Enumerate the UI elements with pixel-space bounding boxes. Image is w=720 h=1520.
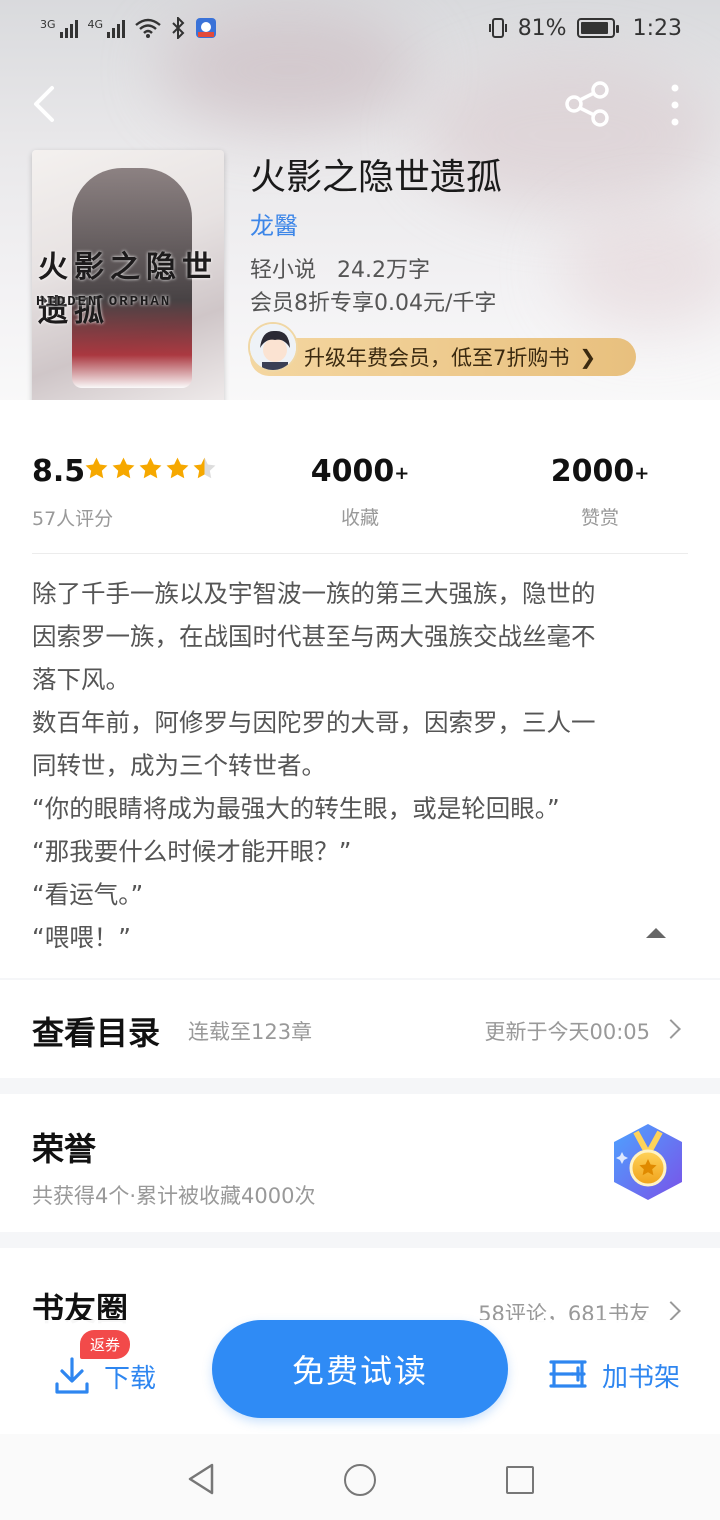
bookshelf-icon: [549, 1360, 587, 1388]
book-cover[interactable]: 火影之隐世遗孤 HIDDEN ORPHAN: [32, 150, 224, 406]
star-full-icon: [112, 457, 135, 479]
book-category-wordcount: 轻小说 24.2万字: [250, 258, 430, 283]
battery-percent: 81%: [517, 15, 567, 41]
signal-icon: 3G: [40, 18, 78, 38]
description-line: 除了千手一族以及宇智波一族的第三大强族，隐世的: [32, 579, 596, 608]
vip-upgrade-banner[interactable]: 升级年费会员，低至7折购书 ❯: [250, 338, 636, 376]
nav-home-icon[interactable]: [344, 1464, 376, 1496]
book-title: 火影之隐世遗孤: [250, 157, 503, 198]
collect-count: 4000+: [310, 454, 410, 489]
back-icon[interactable]: [26, 82, 66, 126]
nav-recent-apps-icon[interactable]: [506, 1466, 534, 1494]
star-full-icon: [139, 457, 162, 479]
clock: 1:23: [632, 15, 682, 41]
download-button[interactable]: 下载: [54, 1356, 156, 1396]
stats-row: 8.5 57人评分 4000+ 收藏 2000+ 赞赏: [0, 440, 720, 540]
add-to-shelf-label: 加书架: [602, 1362, 681, 1393]
honor-row[interactable]: 荣誉 共获得4个·累计被收藏4000次: [0, 1094, 720, 1232]
collect-stat: 4000+ 收藏: [290, 454, 430, 530]
download-label: 下载: [104, 1363, 157, 1394]
action-bar: 下载 返券 免费试读 加书架: [0, 1320, 720, 1434]
battery-icon: [576, 18, 619, 38]
description-line: 数百年前，阿修罗与因陀罗的大哥，因索罗，三人一: [32, 708, 596, 737]
share-icon[interactable]: [562, 78, 614, 130]
signal-icon: 4G: [88, 18, 126, 38]
description-line: “你的眼睛将成为最强大的转生眼，或是轮回眼。”: [32, 794, 560, 823]
honor-summary: 共获得4个·累计被收藏4000次: [32, 1184, 316, 1208]
medal-icon: [614, 1124, 682, 1200]
vip-banner-text: 升级年费会员，低至7折购书: [304, 346, 570, 370]
like-stat: 2000+ 赞赏: [530, 454, 670, 530]
description-line: 同转世，成为三个转世者。: [32, 751, 326, 780]
avatar: [248, 322, 298, 372]
nav-back-icon[interactable]: [186, 1462, 216, 1496]
cover-subtitle: HIDDEN ORPHAN: [36, 294, 172, 310]
vip-price: 会员8折专享0.04元/千字: [250, 291, 497, 316]
status-bar: 3G 4G 81% 1:23: [0, 0, 720, 56]
more-options-icon[interactable]: [660, 80, 690, 130]
star-full-icon: [166, 457, 189, 479]
collapse-arrow-icon[interactable]: [646, 928, 666, 938]
download-icon: [55, 1357, 89, 1394]
vibrate-icon: [488, 18, 507, 38]
system-nav-bar: [0, 1434, 720, 1520]
rating-score: 8.5: [32, 454, 86, 489]
description-line: 落下风。: [32, 665, 130, 694]
author-link[interactable]: 龙醫: [250, 206, 298, 241]
chevron-right-icon: ❯: [579, 345, 597, 369]
toc-title: 查看目录: [32, 1014, 161, 1052]
free-read-button[interactable]: 免费试读: [212, 1320, 508, 1418]
wifi-icon: [135, 18, 161, 38]
rating-count: 57人评分: [32, 508, 114, 530]
description-line: 因索罗一族，在战国时代甚至与两大强族交战丝毫不: [32, 622, 596, 651]
toc-row[interactable]: 查看目录 连载至123章 更新于今天00:05: [0, 980, 720, 1078]
rating-stars: [84, 456, 217, 481]
description-line: “喂喂！”: [32, 923, 131, 952]
chevron-right-icon: [661, 1301, 681, 1321]
star-full-icon: [85, 457, 108, 479]
toc-updated: 更新于今天00:05: [484, 1020, 650, 1044]
like-label: 赞赏: [580, 507, 619, 529]
coupon-badge: 返券: [80, 1330, 131, 1359]
star-half-icon: [193, 457, 216, 479]
description-line: “那我要什么时候才能开眼？”: [32, 837, 352, 866]
description-line: “看运气。”: [32, 880, 144, 909]
add-to-shelf-button[interactable]: 加书架: [548, 1356, 680, 1394]
divider: [32, 553, 688, 554]
collect-label: 收藏: [340, 507, 379, 529]
chevron-right-icon: [661, 1019, 681, 1039]
bg-blur: [560, 210, 720, 330]
honor-title: 荣誉: [32, 1130, 97, 1168]
cover-title: 火影之隐世遗孤: [38, 250, 218, 329]
toc-status: 连载至123章: [188, 1020, 313, 1044]
like-count: 2000+: [550, 454, 650, 489]
book-info-card: 8.5 57人评分 4000+ 收藏 2000+ 赞赏 除了千手一族以及宇智波一…: [0, 400, 720, 978]
book-description[interactable]: 除了千手一族以及宇智波一族的第三大强族，隐世的 因索罗一族，在战国时代甚至与两大…: [32, 572, 692, 959]
app-notification-icon: [196, 18, 217, 38]
top-nav: [0, 72, 720, 136]
bluetooth-icon: [172, 17, 185, 39]
